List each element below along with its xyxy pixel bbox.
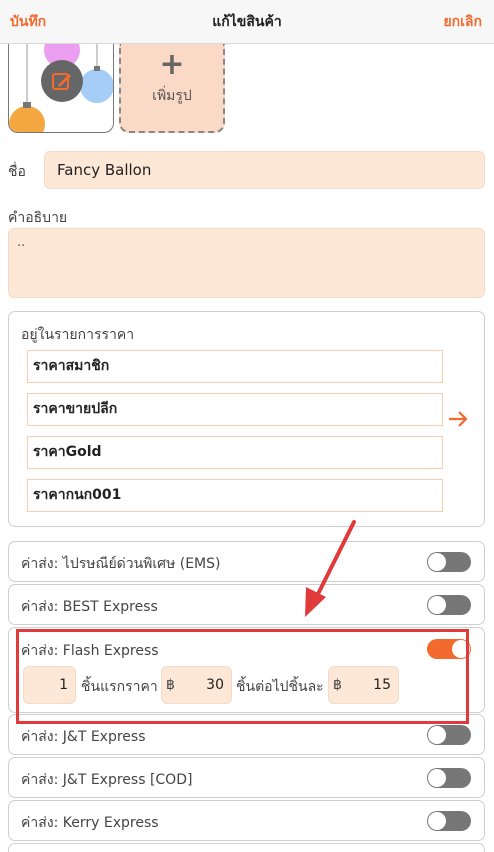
plus-icon: +	[159, 47, 185, 82]
arrow-right-icon[interactable]	[447, 408, 469, 430]
shipping-toggle[interactable]	[427, 811, 471, 831]
price-list-item[interactable]: ราคาสมาชิก	[27, 350, 443, 383]
price-list-item[interactable]: ราคาขายปลีก	[27, 393, 443, 426]
shipping-label: ค่าส่ง: BEST Express	[21, 599, 158, 615]
shipping-row-best: ค่าส่ง: BEST Express	[8, 584, 485, 625]
cancel-button[interactable]: ยกเลิก	[443, 11, 482, 33]
name-field[interactable]: Fancy Ballon	[44, 151, 485, 189]
price-list-item[interactable]: ราคาGold	[27, 436, 443, 469]
nav-bar: บันทึก แก้ไขสินค้า ยกเลิก	[0, 0, 494, 44]
shipping-label: ค่าส่ง: ไปรษณีย์ด่วนพิเศษ (EMS)	[21, 556, 221, 572]
highlight-box	[16, 629, 469, 724]
price-list-item[interactable]: ราคากนก001	[27, 479, 443, 512]
page-title: แก้ไขสินค้า	[212, 14, 282, 30]
name-label: ชื่อ	[8, 164, 26, 180]
shipping-toggle[interactable]	[427, 725, 471, 745]
edit-icon	[52, 73, 71, 90]
description-label: คำอธิบาย	[8, 210, 68, 226]
shipping-label: ค่าส่ง: J&T Express [COD]	[21, 772, 193, 788]
shipping-toggle[interactable]	[427, 768, 471, 788]
add-photo-label: เพิ่มรูป	[152, 88, 192, 104]
shipping-row-ems: ค่าส่ง: ไปรษณีย์ด่วนพิเศษ (EMS)	[8, 541, 485, 582]
shipping-label: ค่าส่ง: J&T Express	[21, 729, 146, 745]
shipping-label: ค่าส่ง: Kerry Express	[21, 815, 159, 831]
description-field[interactable]: ..	[8, 228, 485, 298]
save-button[interactable]: บันทึก	[10, 11, 46, 33]
product-photo[interactable]	[8, 44, 114, 133]
shipping-row-jt-cod: ค่าส่ง: J&T Express [COD]	[8, 757, 485, 798]
shipping-toggle[interactable]	[427, 552, 471, 572]
shipping-row-kerry: ค่าส่ง: Kerry Express	[8, 800, 485, 841]
price-list-label: อยู่ในรายการราคา	[21, 327, 135, 343]
edit-photo-button[interactable]	[41, 60, 83, 102]
price-list-panel[interactable]: อยู่ในรายการราคา ราคาสมาชิก ราคาขายปลีก …	[8, 311, 485, 527]
shipping-toggle[interactable]	[427, 595, 471, 615]
add-photo-button[interactable]: + เพิ่มรูป	[119, 44, 225, 133]
shipping-row-partial	[8, 843, 485, 852]
